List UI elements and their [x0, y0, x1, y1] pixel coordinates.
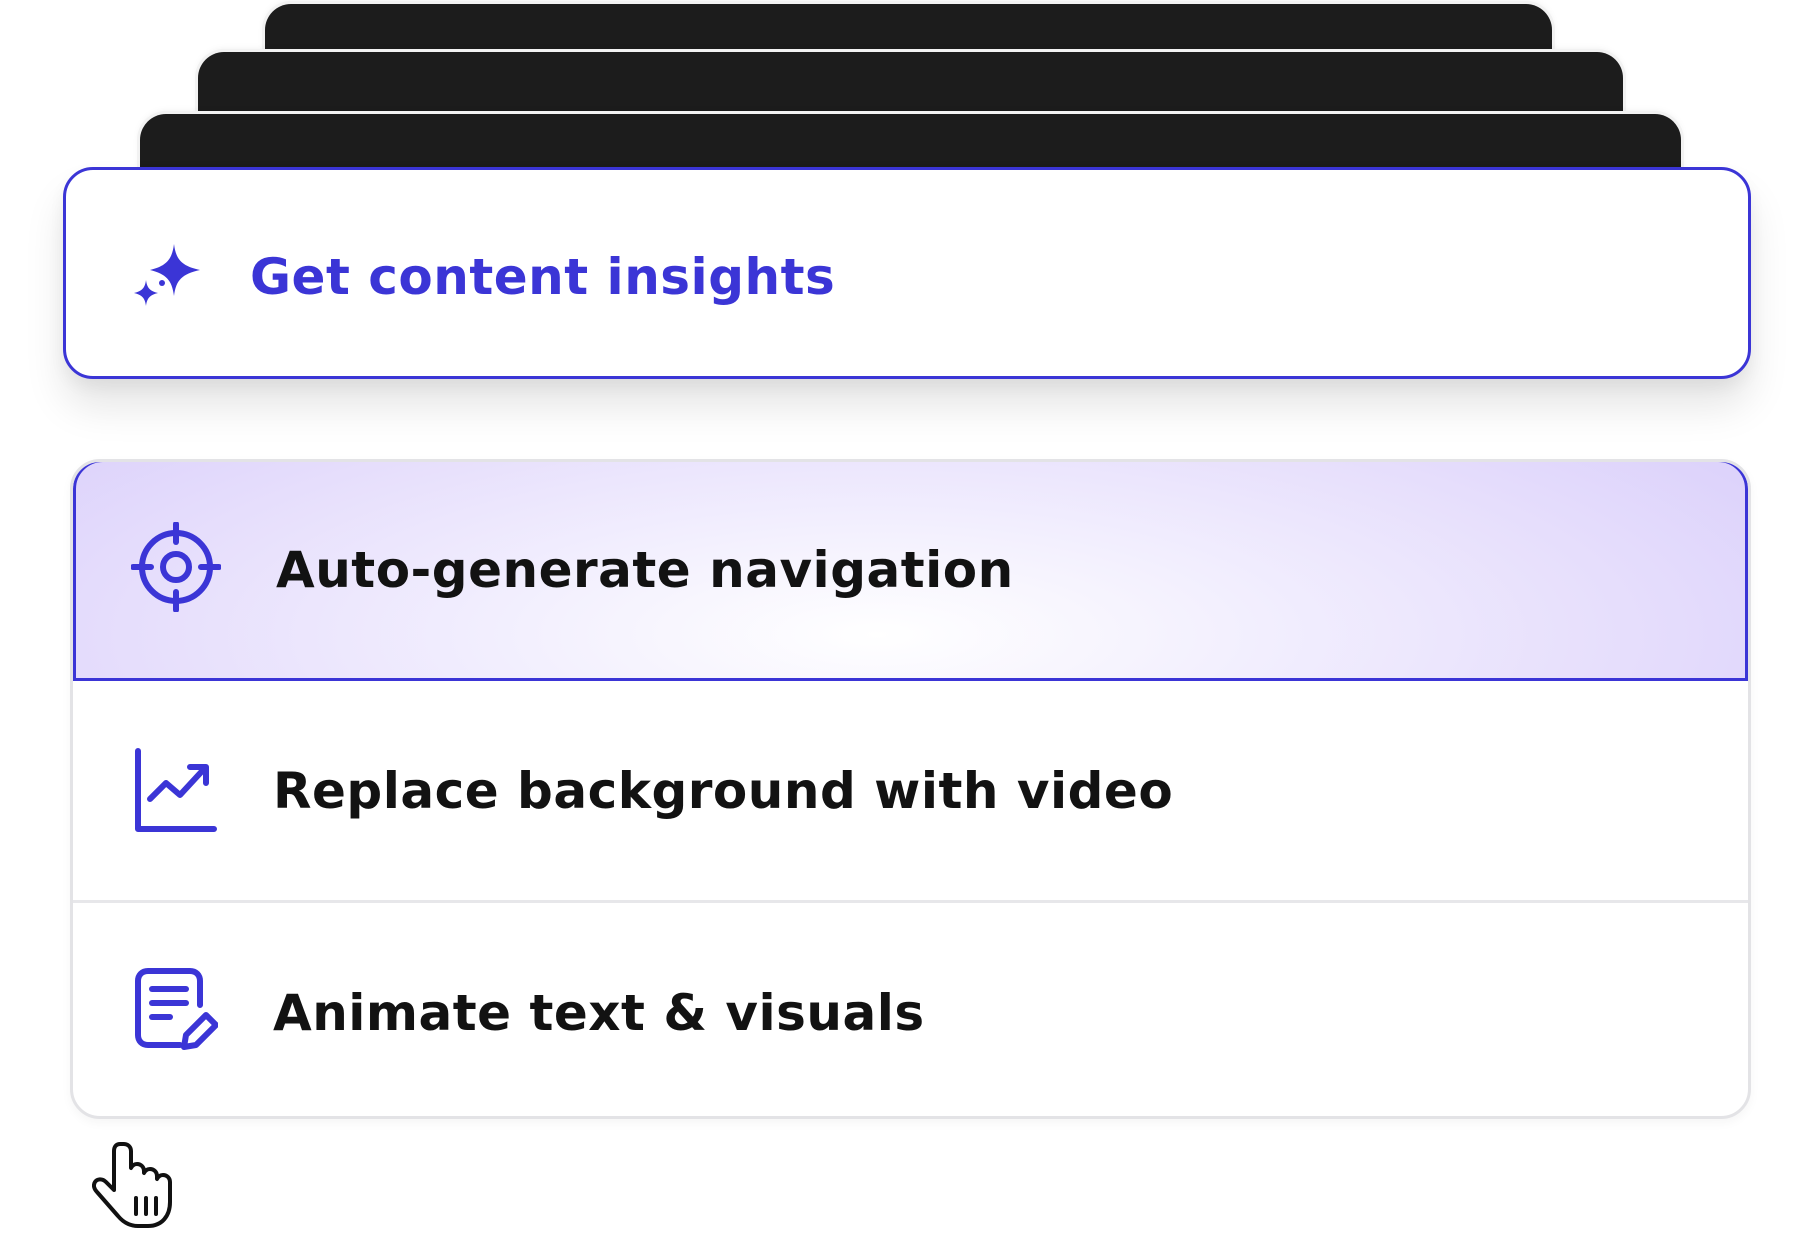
menu-item-label: Auto-generate navigation — [276, 541, 1014, 599]
menu-item-auto-generate-navigation[interactable]: Auto-generate navigation — [73, 462, 1748, 681]
menu-item-label: Replace background with video — [273, 762, 1174, 820]
trending-chart-icon — [128, 747, 218, 837]
ai-action-menu: Auto-generate navigation Replace backgro… — [70, 459, 1751, 1119]
stacked-card-back-2 — [198, 52, 1623, 122]
menu-item-replace-background-with-video[interactable]: Replace background with video — [73, 681, 1748, 903]
sparkle-icon — [130, 244, 200, 310]
document-edit-icon — [128, 965, 219, 1055]
get-content-insights-label: Get content insights — [250, 248, 836, 306]
hand-pointer-cursor-icon — [91, 1138, 176, 1233]
menu-item-animate-text-visuals[interactable]: Animate text & visuals — [73, 903, 1748, 1116]
menu-item-label: Animate text & visuals — [273, 984, 925, 1042]
get-content-insights-button[interactable]: Get content insights — [63, 167, 1751, 379]
crosshair-target-icon — [130, 521, 222, 613]
